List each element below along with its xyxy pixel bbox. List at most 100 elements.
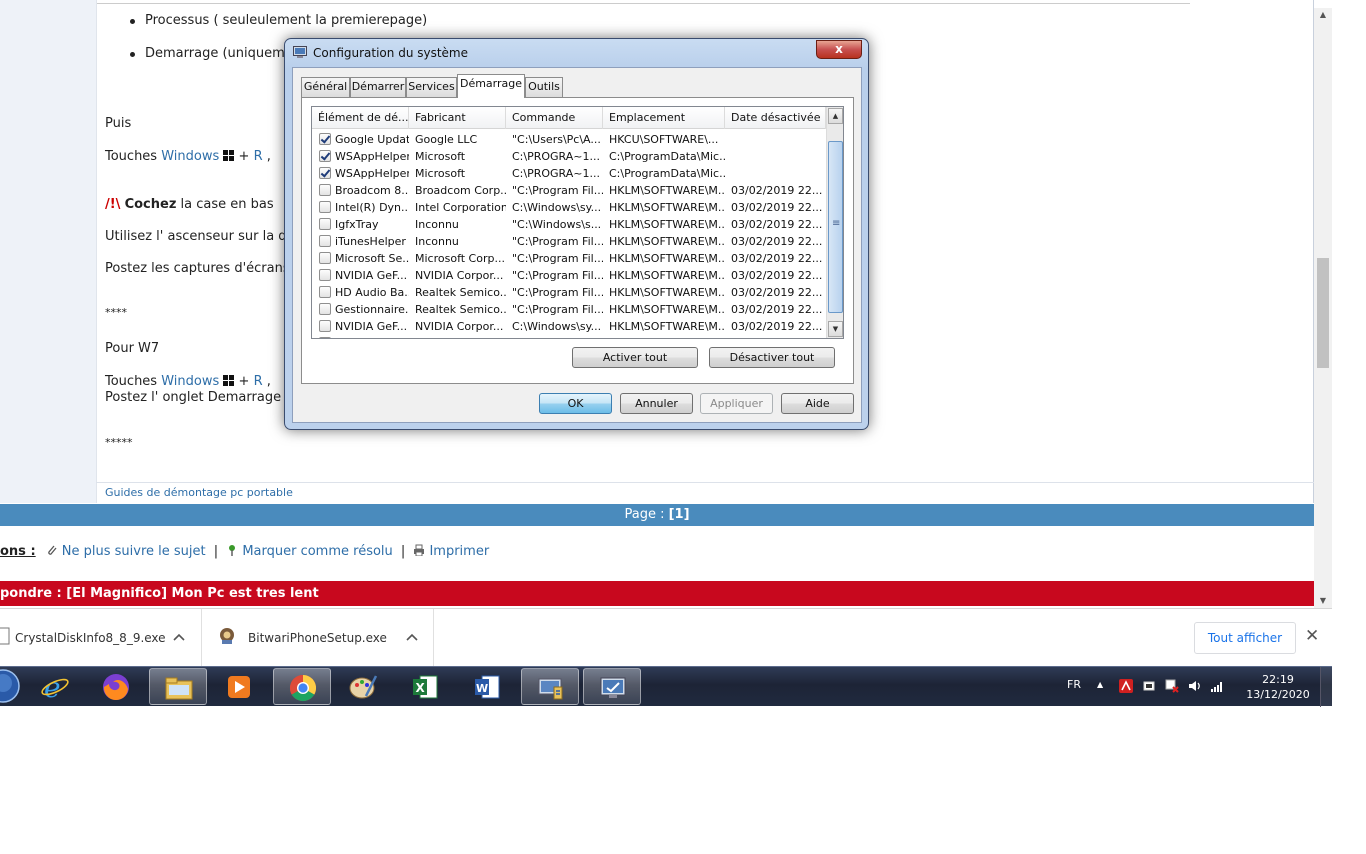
list-scroll-down-icon[interactable]: ▼: [828, 321, 843, 337]
column-header-date[interactable]: Date désactivée: [725, 107, 826, 129]
taskbar-ie[interactable]: e: [26, 668, 84, 705]
startup-item-checkbox[interactable]: [319, 150, 331, 162]
cell-date: 03/02/2019 22...: [731, 184, 823, 197]
table-row[interactable]: Intel(R) Dyn... Intel Corporation C:\Windo…: [312, 199, 826, 216]
unfollow-link[interactable]: Ne plus suivre le sujet: [62, 544, 206, 559]
taskbar-system-config[interactable]: [583, 668, 641, 705]
taskbar-firefox[interactable]: [87, 668, 145, 705]
post-pour-w7: Pour W7: [105, 341, 160, 356]
cell-maker: NVIDIA Corpor...: [415, 269, 504, 282]
table-row[interactable]: Microsoft Se... Microsoft Corp... "C:\Prog…: [312, 250, 826, 267]
windows-link[interactable]: Windows: [161, 149, 219, 164]
column-header-item[interactable]: Élément de dé...: [312, 107, 409, 129]
post-bullet-1: Processus ( seuleulement la premierepage…: [145, 13, 428, 28]
start-orb-icon[interactable]: [0, 669, 20, 703]
current-page-link[interactable]: [1]: [669, 507, 690, 522]
mark-resolved-link[interactable]: Marquer comme résolu: [242, 544, 392, 559]
taskbar-explorer[interactable]: [149, 668, 207, 705]
tab-general[interactable]: Général: [301, 77, 350, 97]
scroll-thumb[interactable]: [1317, 258, 1329, 368]
startup-item-checkbox[interactable]: [319, 320, 331, 332]
table-row[interactable]: Intel(R) USB ... Intel Corporation "C:\Pro…: [312, 335, 826, 338]
taskbar-word[interactable]: W: [458, 668, 516, 705]
table-row[interactable]: Google Update Google LLC "C:\Users\Pc\A...…: [312, 131, 826, 148]
startup-item-checkbox[interactable]: [319, 337, 331, 338]
taskbar-chrome[interactable]: [273, 668, 331, 705]
download-item[interactable]: BitwariPhoneSetup.exe: [203, 609, 434, 667]
startup-item-checkbox[interactable]: [319, 184, 331, 196]
taskbar-paint[interactable]: [334, 668, 392, 705]
close-icon[interactable]: ✕: [1305, 626, 1319, 646]
folder-icon: [165, 677, 193, 700]
table-row[interactable]: Broadcom 8... Broadcom Corp... "C:\Program…: [312, 182, 826, 199]
internet-explorer-icon: e: [41, 672, 69, 702]
cell-command: "C:\Program Fil...: [512, 269, 603, 282]
page-scrollbar[interactable]: ▲ ▼: [1314, 8, 1332, 608]
list-scroll-thumb[interactable]: [828, 141, 843, 313]
cell-item: iTunesHelper: [335, 235, 406, 248]
show-all-downloads-button[interactable]: Tout afficher: [1194, 622, 1296, 654]
chevron-up-icon[interactable]: [406, 633, 418, 642]
usb-device-icon[interactable]: [1142, 679, 1156, 693]
startup-item-checkbox[interactable]: [319, 133, 331, 145]
print-link[interactable]: Imprimer: [429, 544, 489, 559]
cell-item: Intel(R) USB ...: [335, 335, 409, 338]
list-scrollbar[interactable]: ▲ ▼: [826, 107, 843, 338]
startup-item-checkbox[interactable]: [319, 235, 331, 247]
column-header-location[interactable]: Emplacement: [603, 107, 725, 129]
r-key-link[interactable]: R: [254, 374, 263, 389]
taskbar-network-config[interactable]: [521, 668, 579, 705]
startup-item-checkbox[interactable]: [319, 303, 331, 315]
startup-items-list[interactable]: Élément de dé... Fabricant Commande Empl…: [311, 106, 844, 339]
cancel-button[interactable]: Annuler: [620, 393, 693, 414]
tab-demarrer[interactable]: Démarrer: [350, 77, 406, 97]
startup-item-checkbox[interactable]: [319, 201, 331, 213]
scroll-up-arrow-icon[interactable]: ▲: [1314, 8, 1332, 22]
column-header-maker[interactable]: Fabricant: [409, 107, 506, 129]
cell-date: 03/02/2019 22...: [731, 320, 823, 333]
network-error-icon[interactable]: [1165, 679, 1179, 693]
cell-date: 03/02/2019 22...: [731, 235, 823, 248]
r-key-link[interactable]: R: [254, 149, 263, 164]
cell-item: WSAppHelper: [335, 150, 409, 163]
download-item[interactable]: CrystalDiskInfo8_8_9.exe: [0, 609, 202, 667]
startup-item-checkbox[interactable]: [319, 286, 331, 298]
show-desktop-button[interactable]: [1320, 667, 1332, 707]
startup-item-checkbox[interactable]: [319, 218, 331, 230]
tab-services[interactable]: Services: [406, 77, 457, 97]
ok-button[interactable]: OK: [539, 393, 612, 414]
startup-item-checkbox[interactable]: [319, 167, 331, 179]
taskbar-excel[interactable]: X: [396, 668, 454, 705]
chevron-up-icon[interactable]: [173, 633, 185, 642]
column-header-command[interactable]: Commande: [506, 107, 603, 129]
help-button[interactable]: Aide: [781, 393, 854, 414]
startup-item-checkbox[interactable]: [319, 269, 331, 281]
table-row[interactable]: WSAppHelper Microsoft C:\PROGRA~1... C:\Pro…: [312, 165, 826, 182]
table-row[interactable]: NVIDIA GeF... NVIDIA Corpor... C:\Windows\…: [312, 318, 826, 335]
table-row[interactable]: NVIDIA GeF... NVIDIA Corpor... "C:\Program…: [312, 267, 826, 284]
table-row[interactable]: IgfxTray Inconnu "C:\Windows\s... HKLM\SOFT…: [312, 216, 826, 233]
taskbar-media-player[interactable]: [210, 668, 268, 705]
startup-item-checkbox[interactable]: [319, 252, 331, 264]
apply-button[interactable]: Appliquer: [700, 393, 773, 414]
tab-outils[interactable]: Outils: [525, 77, 563, 97]
signal-bars-icon[interactable]: [1210, 679, 1224, 693]
clock[interactable]: 22:19 13/12/2020: [1240, 672, 1316, 702]
windows-link[interactable]: Windows: [161, 374, 219, 389]
table-row[interactable]: iTunesHelper Inconnu "C:\Program Fil... HKL…: [312, 233, 826, 250]
volume-icon[interactable]: [1188, 679, 1202, 693]
disable-all-button[interactable]: Désactiver tout: [709, 347, 835, 368]
signature-link[interactable]: Guides de démontage pc portable: [105, 486, 293, 499]
language-indicator[interactable]: FR: [1067, 678, 1081, 691]
enable-all-button[interactable]: Activer tout: [572, 347, 698, 368]
list-scroll-up-icon[interactable]: ▲: [828, 108, 843, 124]
table-row[interactable]: WSAppHelper Microsoft C:\PROGRA~1... C:\Pro…: [312, 148, 826, 165]
cell-maker: Intel Corporation: [415, 201, 506, 214]
scroll-down-arrow-icon[interactable]: ▼: [1314, 594, 1332, 608]
dialog-close-button[interactable]: x: [816, 40, 862, 59]
tab-demarrage[interactable]: Démarrage: [457, 74, 525, 98]
tray-expand-arrow-icon[interactable]: ▲: [1097, 680, 1103, 689]
table-row[interactable]: HD Audio Ba... Realtek Semico... "C:\Progr…: [312, 284, 826, 301]
antivirus-icon[interactable]: [1119, 679, 1133, 693]
table-row[interactable]: Gestionnaire... Realtek Semico... "C:\Prog…: [312, 301, 826, 318]
